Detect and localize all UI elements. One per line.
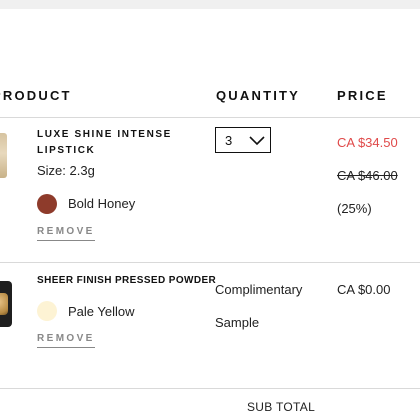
shade-swatch	[37, 194, 57, 214]
shade-name: Pale Yellow	[68, 304, 135, 319]
column-header-quantity: QUANTITY	[216, 88, 301, 103]
column-header-price: PRICE	[337, 88, 388, 103]
price-original: CA $46.00	[337, 168, 398, 183]
product-size: Size: 2.3g	[37, 163, 95, 178]
summary-divider	[0, 388, 420, 389]
complimentary-label: Complimentary	[215, 282, 303, 297]
column-header-product: PRODUCT	[0, 88, 72, 103]
discount-percent: (25%)	[337, 201, 372, 216]
top-bar	[0, 0, 420, 9]
sample-label: Sample	[215, 315, 260, 330]
chevron-down-icon	[249, 136, 265, 146]
quantity-value: 3	[225, 133, 233, 148]
product-image-powder[interactable]	[0, 281, 12, 327]
product-name[interactable]: LUXE SHINE INTENSE LIPSTICK	[37, 127, 187, 159]
product-name[interactable]: SHEER FINISH PRESSED POWDER	[37, 273, 217, 289]
price: CA $0.00	[337, 282, 391, 297]
shade-swatch	[37, 301, 57, 321]
remove-button[interactable]: REMOVE	[37, 226, 95, 241]
header-divider	[0, 117, 420, 118]
remove-button[interactable]: REMOVE	[37, 333, 95, 348]
price-sale: CA $34.50	[337, 135, 398, 150]
shade-name: Bold Honey	[68, 196, 136, 211]
product-image-lipstick[interactable]	[0, 133, 7, 178]
item-divider	[0, 262, 420, 263]
subtotal-label: SUB TOTAL	[247, 400, 316, 414]
quantity-select[interactable]: 3	[215, 127, 271, 153]
